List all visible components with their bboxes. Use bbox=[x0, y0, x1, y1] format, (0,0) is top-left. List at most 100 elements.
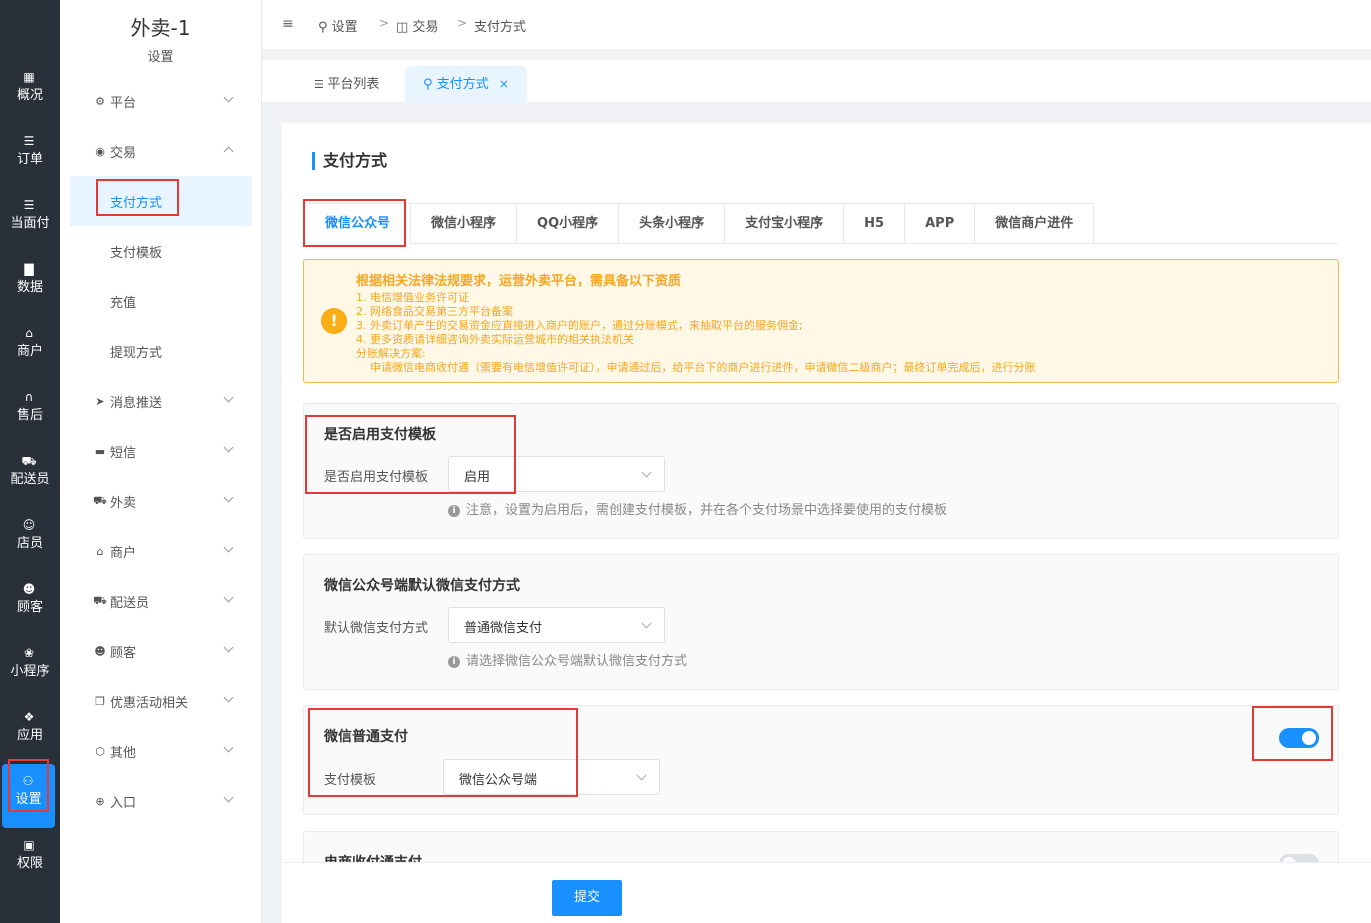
breadcrumb-current: 支付方式 bbox=[474, 20, 527, 35]
submenu-item-4[interactable]: 充值 bbox=[70, 276, 252, 326]
rail-label: 商户 bbox=[16, 344, 43, 359]
submenu-label: 优惠活动相关 bbox=[110, 695, 189, 711]
alert-line: 3. 外卖订单产生的交易资金应直接进入商户的账户，通过分账模式，来抽取平台的服务… bbox=[356, 319, 803, 332]
pay-tab-1[interactable]: 微信小程序 bbox=[411, 203, 518, 244]
rail-item-10[interactable]: ❖ 应用 bbox=[0, 700, 60, 764]
store-icon: ⌂ bbox=[25, 326, 33, 340]
submenu-item-5[interactable]: 提现方式 bbox=[70, 326, 252, 376]
pay-tab-2[interactable]: QQ小程序 bbox=[517, 203, 620, 244]
rail-item-6[interactable]: ⛟ 配送员 bbox=[0, 444, 60, 508]
wechat-icon: ❀ bbox=[23, 646, 35, 660]
pay-tab-0[interactable]: 微信公众号 bbox=[304, 203, 412, 244]
submenu-item-2[interactable]: 支付方式 bbox=[70, 176, 252, 226]
chevron-down-icon bbox=[636, 770, 647, 781]
breadcrumb-settings[interactable]: ⚲ 设置 bbox=[318, 16, 358, 35]
submenu-item-13[interactable]: ⬡ 其他 bbox=[70, 726, 252, 776]
pay-tab-6[interactable]: APP bbox=[905, 203, 976, 244]
pay-tab-7[interactable]: 微信商户进件 bbox=[975, 203, 1095, 244]
rail-item-1[interactable]: ☰ 订单 bbox=[0, 124, 60, 188]
info-icon: i bbox=[448, 656, 460, 668]
collapse-menu-icon[interactable]: ≡ bbox=[282, 16, 294, 32]
field-label: 是否启用支付模板 bbox=[324, 470, 429, 485]
warning-icon: ! bbox=[321, 308, 347, 334]
submenu-label: 平台 bbox=[110, 95, 137, 111]
field-label: 支付模板 bbox=[324, 773, 377, 788]
scooter-icon: ⛟ bbox=[93, 493, 107, 507]
wechat-pay-toggle[interactable] bbox=[1279, 728, 1319, 748]
alert-line: 4. 更多资质请详细咨询外卖实际运营城市的相关执法机关 bbox=[356, 333, 634, 346]
rail-item-12[interactable]: ▣ 权限 bbox=[0, 828, 60, 892]
delivery-icon: ⛟ bbox=[93, 593, 107, 607]
rail-label: 应用 bbox=[16, 728, 43, 743]
pay-tab-3[interactable]: 头条小程序 bbox=[619, 203, 726, 244]
settings-submenu: 外卖-1 设置 ⚙ 平台 ◉ 交易 支付方式 支付模板 充值 提现方式 ➤ 消息推送 ▬ 短信 ⛟ 外卖 ⌂… bbox=[60, 0, 262, 923]
rail-item-2[interactable]: ☰ 当面付 bbox=[0, 188, 60, 252]
rail-item-7[interactable]: ☺ 店员 bbox=[0, 508, 60, 572]
breadcrumb-trade[interactable]: ◫ 交易 bbox=[396, 16, 438, 35]
submit-button[interactable]: 提交 bbox=[552, 880, 622, 916]
field-label: 默认微信支付方式 bbox=[324, 621, 429, 636]
rail-item-0[interactable]: ▦ 概况 bbox=[0, 60, 60, 124]
pay-tab-5[interactable]: H5 bbox=[844, 203, 906, 244]
default-payment-select[interactable]: 普通微信支付 bbox=[448, 607, 665, 643]
field-hint: i 请选择微信公众号端默认微信支付方式 bbox=[448, 650, 687, 669]
rail-item-4[interactable]: ⌂ 商户 bbox=[0, 316, 60, 380]
rail-label: 小程序 bbox=[10, 664, 50, 679]
message-icon: ▬ bbox=[94, 444, 106, 458]
template-enabled-select[interactable]: 启用 bbox=[448, 456, 665, 492]
card-title: 微信公众号端默认微信支付方式 bbox=[324, 578, 520, 594]
chevron-down-icon bbox=[223, 692, 234, 703]
chevron-down-icon bbox=[223, 542, 234, 553]
user-circle-icon: ☻ bbox=[22, 582, 36, 596]
headset-icon: ∩ bbox=[24, 390, 34, 404]
submenu-item-0[interactable]: ⚙ 平台 bbox=[70, 76, 252, 126]
send-icon: ➤ bbox=[95, 394, 105, 408]
submenu-item-3[interactable]: 支付模板 bbox=[70, 226, 252, 276]
rail-item-8[interactable]: ☻ 顾客 bbox=[0, 572, 60, 636]
submenu-item-14[interactable]: ⊕ 入口 bbox=[70, 776, 252, 826]
submenu-item-1[interactable]: ◉ 交易 bbox=[70, 126, 252, 176]
alert-line: 2. 网络食品交易第三方平台备案 bbox=[356, 305, 513, 318]
toggle-knob bbox=[1302, 731, 1316, 745]
submenu-label: 配送员 bbox=[110, 595, 150, 611]
submenu-item-12[interactable]: ❒ 优惠活动相关 bbox=[70, 676, 252, 726]
tab-platform-list[interactable]: ☰ 平台列表 bbox=[296, 66, 397, 103]
users-icon: ☺ bbox=[22, 518, 36, 532]
payment-template-select[interactable]: 微信公众号端 bbox=[443, 759, 660, 795]
rail-label: 售后 bbox=[16, 408, 43, 423]
apps-icon: ❖ bbox=[23, 710, 35, 724]
submenu-item-10[interactable]: ⛟ 配送员 bbox=[70, 576, 252, 626]
submenu-label: 外卖 bbox=[110, 495, 137, 511]
submenu-item-9[interactable]: ⌂ 商户 bbox=[70, 526, 252, 576]
list-icon: ☰ bbox=[23, 198, 35, 212]
submenu-item-6[interactable]: ➤ 消息推送 bbox=[70, 376, 252, 426]
card-title: 微信普通支付 bbox=[324, 729, 408, 745]
breadcrumb-separator: > bbox=[379, 16, 390, 30]
submenu-label: 消息推送 bbox=[110, 395, 163, 411]
submenu-label: 提现方式 bbox=[110, 345, 163, 361]
close-icon[interactable]: × bbox=[499, 77, 509, 91]
chevron-down-icon bbox=[223, 442, 234, 453]
submenu-item-7[interactable]: ▬ 短信 bbox=[70, 426, 252, 476]
rail-item-3[interactable]: ▇ 数据 bbox=[0, 252, 60, 316]
rail-label: 配送员 bbox=[10, 472, 50, 487]
rail-item-5[interactable]: ∩ 售后 bbox=[0, 380, 60, 444]
submenu-label: 商户 bbox=[110, 545, 137, 561]
rail-label: 当面付 bbox=[10, 216, 50, 231]
user-settings-icon: ⚲ bbox=[318, 20, 332, 35]
tab-payment-methods[interactable]: ⚲ 支付方式 × bbox=[405, 66, 527, 103]
rail-label: 顾客 bbox=[16, 600, 43, 615]
wallet-icon: ◫ bbox=[396, 20, 413, 35]
submenu-item-11[interactable]: ☻ 顾客 bbox=[70, 626, 252, 676]
template-toggle-card: 是否启用支付模板 是否启用支付模板 启用 i 注意，设置为启用后，需创建支付模板，… bbox=[303, 403, 1339, 539]
rail-item-11[interactable]: ⚇ 设置 bbox=[2, 764, 55, 828]
rail-item-9[interactable]: ❀ 小程序 bbox=[0, 636, 60, 700]
pay-tab-4[interactable]: 支付宝小程序 bbox=[725, 203, 845, 244]
alert-line: 申请微信电商收付通（需要有电信增值许可证），申请通过后，给平台下的商户进行进件，… bbox=[356, 361, 1036, 374]
main-panel: 支付方式 微信公众号 微信小程序 QQ小程序 头条小程序 支付宝小程序 H5 APP 微信商户… bbox=[282, 123, 1371, 923]
submenu-label: 入口 bbox=[110, 795, 137, 811]
submenu-label: 交易 bbox=[110, 145, 137, 161]
chevron-down-icon bbox=[223, 642, 234, 653]
gear-icon: ⚙ bbox=[95, 94, 105, 108]
submenu-item-8[interactable]: ⛟ 外卖 bbox=[70, 476, 252, 526]
